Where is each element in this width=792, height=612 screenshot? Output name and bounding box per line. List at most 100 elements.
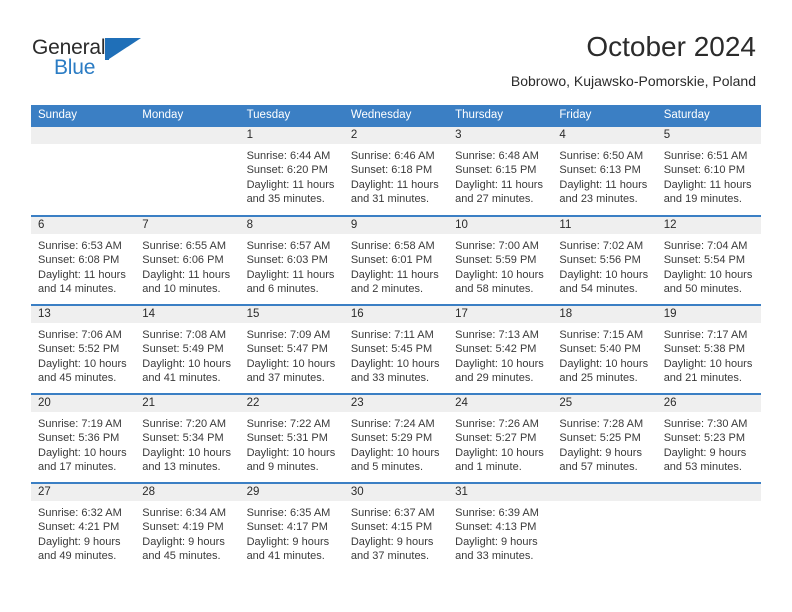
day-details: Sunrise: 7:11 AM Sunset: 5:45 PM Dayligh… <box>344 323 448 386</box>
daylight-text-line1: Daylight: 11 hours <box>455 178 543 191</box>
sunrise-text: Sunrise: 6:51 AM <box>663 150 748 162</box>
sunset-text: Sunset: 5:54 PM <box>663 254 746 267</box>
day-cell[interactable]: 5 Sunrise: 6:51 AM Sunset: 6:10 PM Dayli… <box>656 127 761 216</box>
sunrise-text: Sunrise: 7:11 AM <box>350 329 434 341</box>
day-cell[interactable]: 28 Sunrise: 6:34 AM Sunset: 4:19 PM Dayl… <box>135 482 240 572</box>
sunset-text: Sunset: 4:17 PM <box>246 521 328 534</box>
daylight-text-line1: Daylight: 11 hours <box>663 178 752 191</box>
daylight-text-line1: Daylight: 9 hours <box>559 446 642 459</box>
daylight-text-line2: and 13 minutes. <box>142 461 221 474</box>
sunset-text: Sunset: 5:49 PM <box>142 343 224 356</box>
daylight-text-line1: Daylight: 10 hours <box>663 268 753 281</box>
day-number: 25 <box>552 395 657 412</box>
day-details: Sunrise: 6:58 AM Sunset: 6:01 PM Dayligh… <box>344 234 448 297</box>
day-cell[interactable] <box>552 482 657 572</box>
day-cell[interactable]: 13 Sunrise: 7:06 AM Sunset: 5:52 PM Dayl… <box>31 304 136 394</box>
day-cell[interactable]: 19 Sunrise: 7:17 AM Sunset: 5:38 PM Dayl… <box>656 304 761 394</box>
day-details <box>135 144 239 149</box>
daylight-text-line2: and 57 minutes. <box>559 461 638 474</box>
sunset-text: Sunset: 4:13 PM <box>455 521 537 534</box>
day-cell[interactable]: 7 Sunrise: 6:55 AM Sunset: 6:06 PM Dayli… <box>135 215 240 305</box>
sunrise-text: Sunrise: 6:34 AM <box>142 507 227 519</box>
day-number: 31 <box>448 484 553 501</box>
day-cell[interactable]: 27 Sunrise: 6:32 AM Sunset: 4:21 PM Dayl… <box>31 482 136 572</box>
daylight-text-line2: and 50 minutes. <box>663 283 742 296</box>
sunrise-text: Sunrise: 7:00 AM <box>455 240 539 252</box>
daylight-text-line1: Daylight: 10 hours <box>455 268 544 281</box>
day-cell[interactable]: 6 Sunrise: 6:53 AM Sunset: 6:08 PM Dayli… <box>31 215 136 305</box>
day-cell[interactable] <box>31 127 136 216</box>
day-cell[interactable]: 15 Sunrise: 7:09 AM Sunset: 5:47 PM Dayl… <box>239 304 344 394</box>
day-cell[interactable]: 31 Sunrise: 6:39 AM Sunset: 4:13 PM Dayl… <box>448 482 553 572</box>
day-cell[interactable]: 29 Sunrise: 6:35 AM Sunset: 4:17 PM Dayl… <box>239 482 344 572</box>
blue-flag-icon <box>105 38 141 60</box>
day-cell[interactable]: 8 Sunrise: 6:57 AM Sunset: 6:03 PM Dayli… <box>239 215 344 305</box>
calendar-grid: Sunday Monday Tuesday Wednesday Thursday… <box>31 105 761 572</box>
day-details: Sunrise: 7:22 AM Sunset: 5:31 PM Dayligh… <box>240 412 344 475</box>
day-cell[interactable]: 23 Sunrise: 7:24 AM Sunset: 5:29 PM Dayl… <box>343 393 449 483</box>
day-details: Sunrise: 7:02 AM Sunset: 5:56 PM Dayligh… <box>552 234 656 297</box>
day-cell[interactable]: 11 Sunrise: 7:02 AM Sunset: 5:56 PM Dayl… <box>552 215 657 305</box>
daylight-text-line2: and 27 minutes. <box>455 193 534 206</box>
sunrise-text: Sunrise: 6:44 AM <box>246 150 331 162</box>
day-number: 23 <box>343 395 449 412</box>
day-cell[interactable]: 12 Sunrise: 7:04 AM Sunset: 5:54 PM Dayl… <box>656 215 761 305</box>
day-cell[interactable]: 16 Sunrise: 7:11 AM Sunset: 5:45 PM Dayl… <box>343 304 449 394</box>
daylight-text-line1: Daylight: 11 hours <box>350 268 439 281</box>
day-cell[interactable]: 3 Sunrise: 6:48 AM Sunset: 6:15 PM Dayli… <box>448 127 553 216</box>
daylight-text-line1: Daylight: 10 hours <box>38 357 127 370</box>
daylight-text-line1: Daylight: 9 hours <box>142 535 225 548</box>
brand-logo[interactable]: General Blue <box>32 34 162 84</box>
day-details: Sunrise: 6:46 AM Sunset: 6:18 PM Dayligh… <box>344 144 448 207</box>
sunset-text: Sunset: 6:18 PM <box>350 164 433 177</box>
weekday-header-thursday: Thursday <box>448 105 553 127</box>
daylight-text-line2: and 53 minutes. <box>663 461 742 474</box>
sunrise-text: Sunrise: 7:19 AM <box>38 418 122 430</box>
day-cell[interactable]: 4 Sunrise: 6:50 AM Sunset: 6:13 PM Dayli… <box>552 127 657 216</box>
day-details: Sunrise: 7:00 AM Sunset: 5:59 PM Dayligh… <box>448 234 552 297</box>
day-cell[interactable]: 18 Sunrise: 7:15 AM Sunset: 5:40 PM Dayl… <box>552 304 657 394</box>
sunrise-text: Sunrise: 6:55 AM <box>142 240 227 252</box>
weekday-header-monday: Monday <box>135 105 240 127</box>
sunrise-text: Sunrise: 7:17 AM <box>663 329 748 341</box>
day-details: Sunrise: 6:51 AM Sunset: 6:10 PM Dayligh… <box>657 144 761 207</box>
day-cell[interactable]: 20 Sunrise: 7:19 AM Sunset: 5:36 PM Dayl… <box>31 393 136 483</box>
day-cell[interactable]: 22 Sunrise: 7:22 AM Sunset: 5:31 PM Dayl… <box>239 393 344 483</box>
day-cell[interactable] <box>135 127 240 216</box>
day-details: Sunrise: 6:32 AM Sunset: 4:21 PM Dayligh… <box>31 501 135 564</box>
sunrise-text: Sunrise: 6:50 AM <box>559 150 644 162</box>
day-cell[interactable]: 30 Sunrise: 6:37 AM Sunset: 4:15 PM Dayl… <box>343 482 449 572</box>
day-cell[interactable]: 9 Sunrise: 6:58 AM Sunset: 6:01 PM Dayli… <box>343 215 449 305</box>
sunrise-text: Sunrise: 6:48 AM <box>455 150 539 162</box>
day-details: Sunrise: 7:09 AM Sunset: 5:47 PM Dayligh… <box>240 323 344 386</box>
day-number: 29 <box>239 484 344 501</box>
day-cell[interactable]: 14 Sunrise: 7:08 AM Sunset: 5:49 PM Dayl… <box>135 304 240 394</box>
day-number: 19 <box>656 306 761 323</box>
day-cell[interactable]: 26 Sunrise: 7:30 AM Sunset: 5:23 PM Dayl… <box>656 393 761 483</box>
day-cell[interactable]: 21 Sunrise: 7:20 AM Sunset: 5:34 PM Dayl… <box>135 393 240 483</box>
day-cell[interactable] <box>656 482 761 572</box>
sunset-text: Sunset: 5:27 PM <box>455 432 537 445</box>
day-number: 21 <box>135 395 240 412</box>
sunset-text: Sunset: 6:01 PM <box>350 254 433 267</box>
day-cell[interactable]: 10 Sunrise: 7:00 AM Sunset: 5:59 PM Dayl… <box>448 215 553 305</box>
day-cell[interactable]: 25 Sunrise: 7:28 AM Sunset: 5:25 PM Dayl… <box>552 393 657 483</box>
sunrise-text: Sunrise: 6:53 AM <box>38 240 122 252</box>
sunrise-text: Sunrise: 7:13 AM <box>455 329 539 341</box>
day-cell[interactable]: 17 Sunrise: 7:13 AM Sunset: 5:42 PM Dayl… <box>448 304 553 394</box>
calendar-table: Sunday Monday Tuesday Wednesday Thursday… <box>31 105 761 572</box>
daylight-text-line2: and 37 minutes. <box>350 550 430 563</box>
sunset-text: Sunset: 5:47 PM <box>246 343 328 356</box>
sunset-text: Sunset: 5:59 PM <box>455 254 537 267</box>
daylight-text-line2: and 41 minutes. <box>142 372 221 385</box>
sunset-text: Sunset: 5:56 PM <box>559 254 641 267</box>
day-cell[interactable]: 2 Sunrise: 6:46 AM Sunset: 6:18 PM Dayli… <box>343 127 449 216</box>
day-cell[interactable]: 24 Sunrise: 7:26 AM Sunset: 5:27 PM Dayl… <box>448 393 553 483</box>
day-cell[interactable]: 1 Sunrise: 6:44 AM Sunset: 6:20 PM Dayli… <box>239 127 344 216</box>
day-details: Sunrise: 7:20 AM Sunset: 5:34 PM Dayligh… <box>135 412 239 475</box>
sunrise-text: Sunrise: 7:09 AM <box>246 329 331 341</box>
day-number: 9 <box>343 217 449 234</box>
day-details <box>657 501 761 506</box>
calendar-week-row: 27 Sunrise: 6:32 AM Sunset: 4:21 PM Dayl… <box>31 482 761 572</box>
daylight-text-line1: Daylight: 11 hours <box>350 178 439 191</box>
